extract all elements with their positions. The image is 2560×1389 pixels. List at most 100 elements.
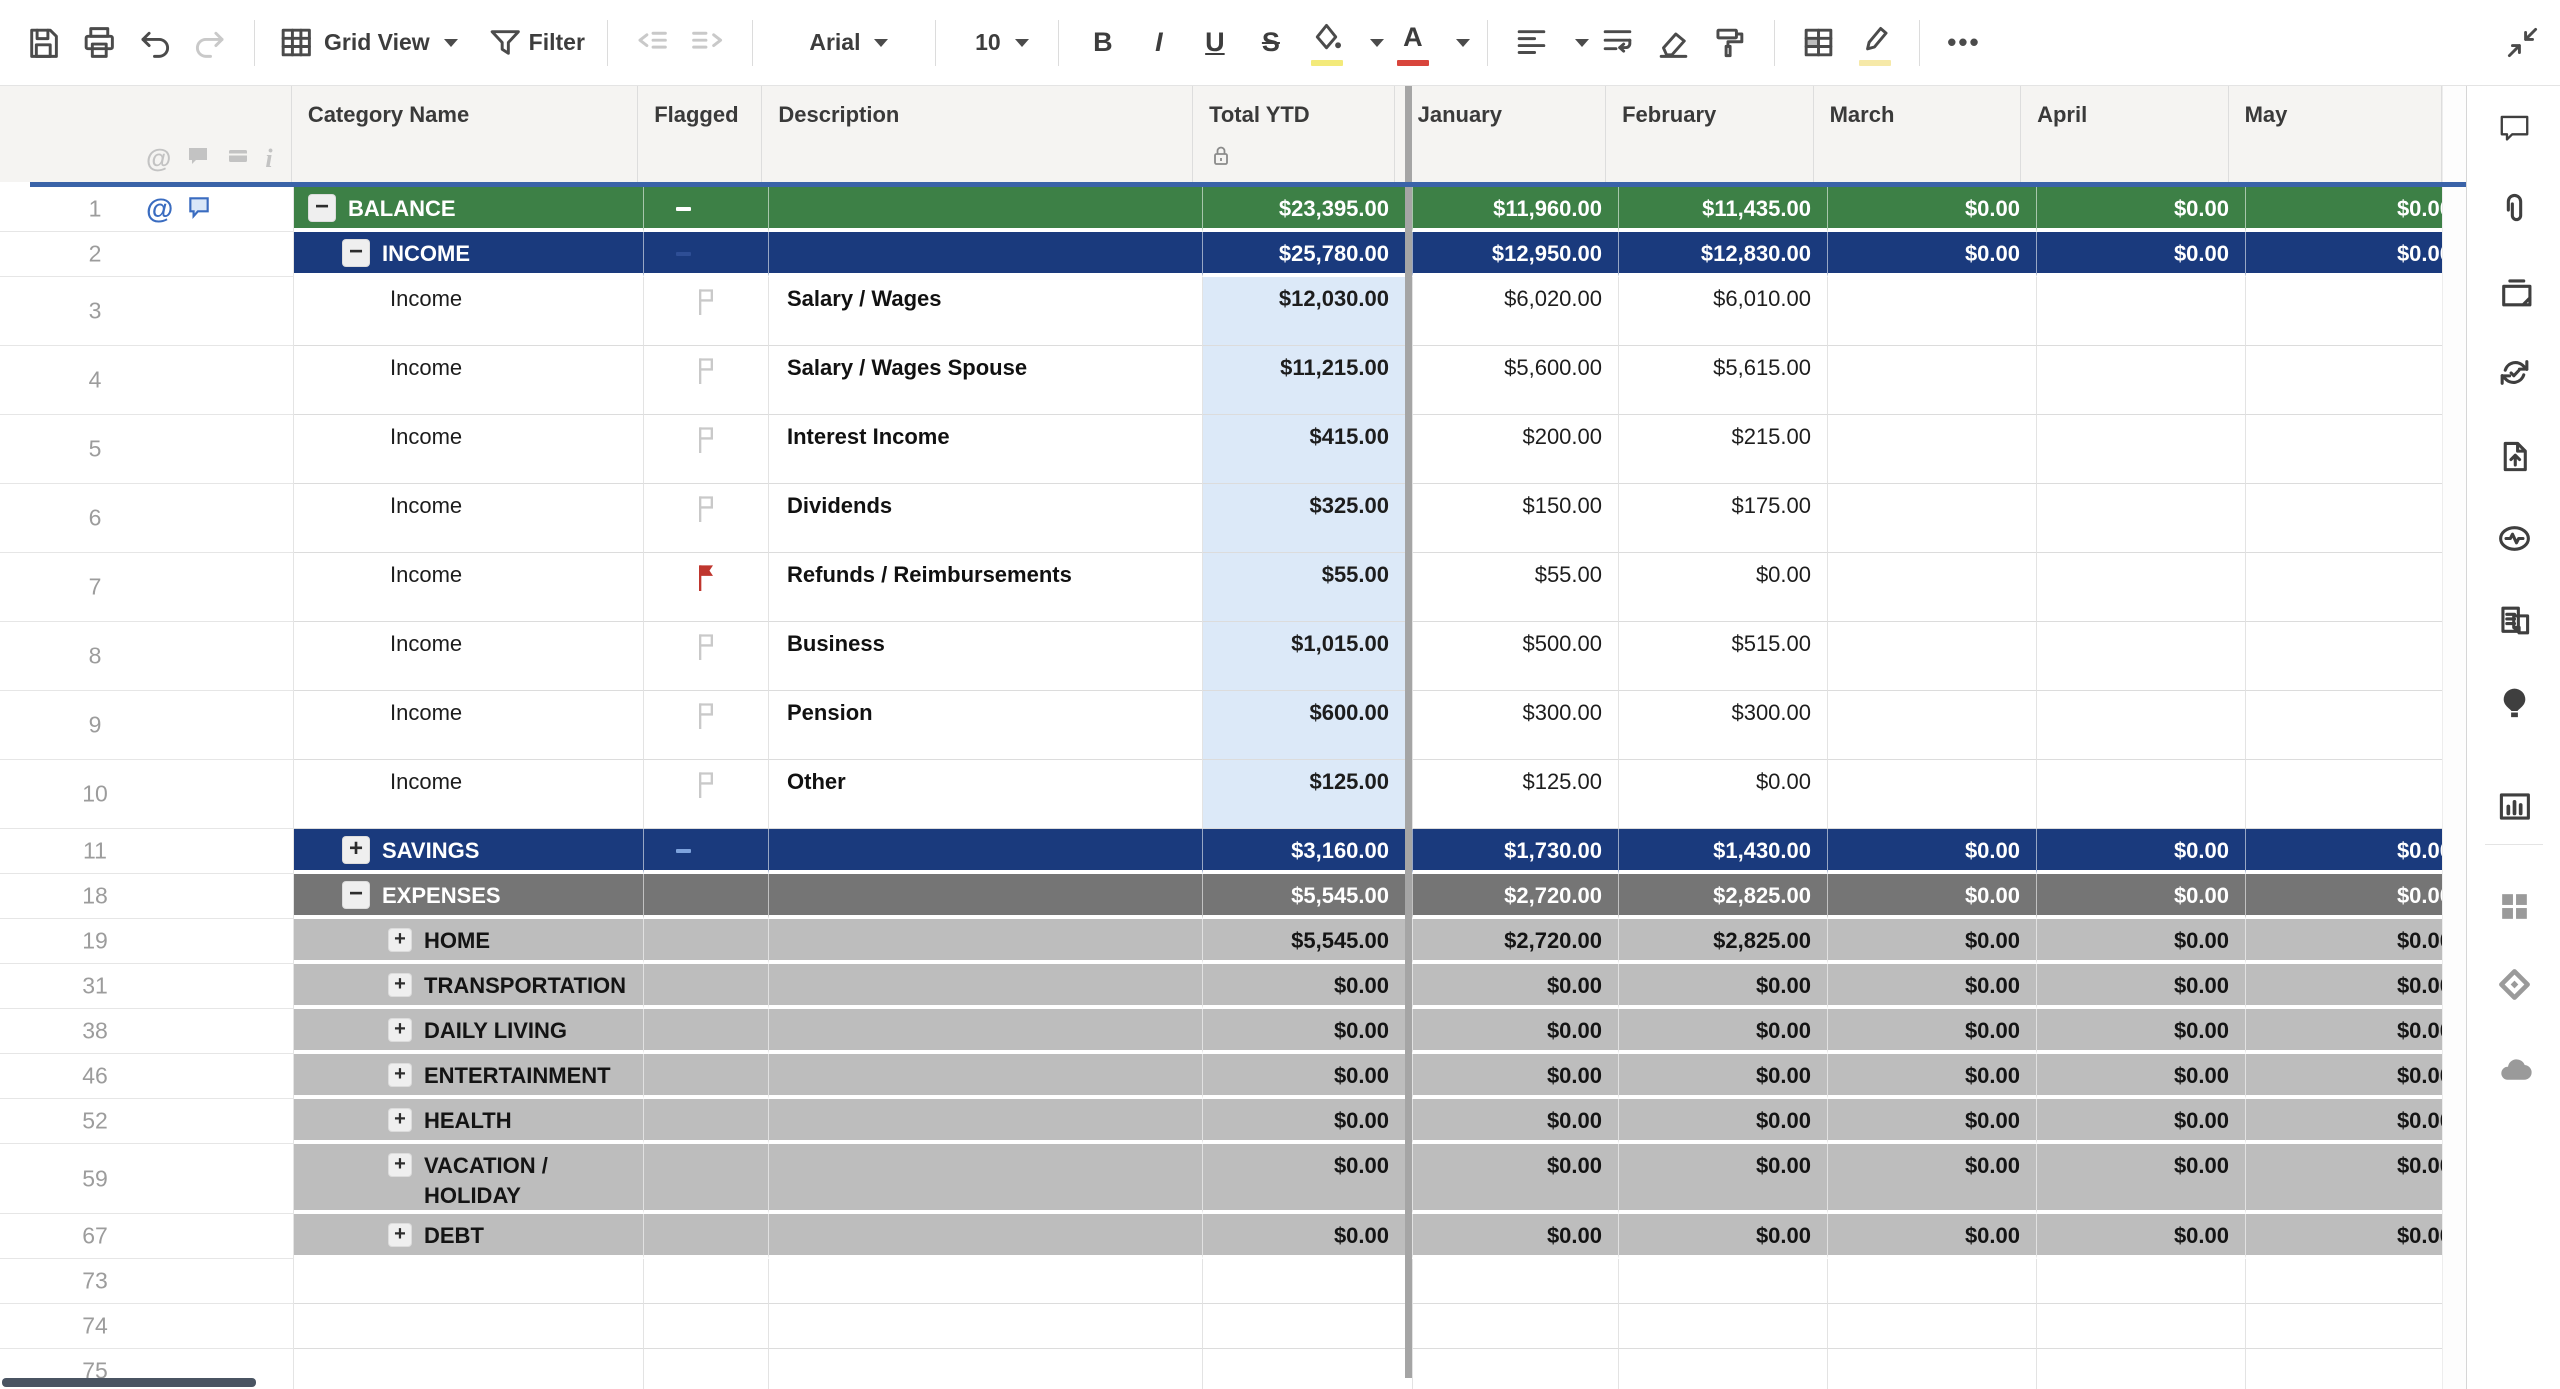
cell-category[interactable]: +DAILY LIVING [294, 1009, 643, 1054]
cell-march[interactable]: $0.00 [1827, 232, 2036, 277]
cell-february[interactable]: $0.00 [1618, 1099, 1827, 1144]
filter-button[interactable]: Filter [480, 12, 591, 74]
cell-category[interactable]: Income [294, 346, 643, 415]
cell-february[interactable] [1618, 1349, 1827, 1389]
cell-total-ytd[interactable]: $11,215.00 [1202, 346, 1405, 415]
cell-april[interactable]: $0.00 [2036, 1054, 2245, 1099]
cell-march[interactable] [1827, 1349, 2036, 1389]
expand-row-icon[interactable]: + [342, 836, 370, 864]
cell-april[interactable]: $0.00 [2036, 874, 2245, 919]
collapse-row-icon[interactable]: − [308, 194, 336, 222]
undo-button[interactable] [126, 12, 182, 74]
cell-may[interactable] [2245, 760, 2442, 829]
more-button[interactable]: ••• [1936, 12, 1992, 74]
column-header-april[interactable]: April [2021, 86, 2228, 182]
cell-category[interactable]: Income [294, 484, 643, 553]
cell-april[interactable] [2036, 1259, 2245, 1304]
cell-description[interactable] [768, 1099, 1202, 1144]
expand-row-icon[interactable]: + [388, 1063, 412, 1087]
redo-button[interactable] [182, 12, 238, 74]
bold-button[interactable]: B [1075, 12, 1131, 74]
cell-total-ytd[interactable]: $325.00 [1202, 484, 1405, 553]
cell-january[interactable]: $0.00 [1412, 1144, 1618, 1214]
cell-category[interactable]: +VACATION / HOLIDAY [294, 1144, 643, 1214]
wrap-text-button[interactable] [1590, 12, 1646, 74]
align-button[interactable] [1504, 12, 1560, 74]
cell-category[interactable]: Income [294, 553, 643, 622]
cell-march[interactable]: $0.00 [1827, 1054, 2036, 1099]
cell-february[interactable]: $0.00 [1618, 553, 1827, 622]
cell-total-ytd[interactable]: $600.00 [1202, 691, 1405, 760]
row-gutter[interactable]: 1@ [0, 187, 294, 232]
publish-icon[interactable] [2492, 434, 2536, 478]
cell-may[interactable]: $0.00 [2245, 1009, 2442, 1054]
cell-description[interactable]: Other [768, 760, 1202, 829]
text-color-button[interactable]: A [1385, 12, 1441, 74]
row-gutter[interactable]: 2 [0, 232, 294, 277]
cell-may[interactable]: $0.00 [2245, 919, 2442, 964]
cell-may[interactable] [2245, 691, 2442, 760]
cell-may[interactable] [2245, 553, 2442, 622]
cell-description[interactable] [768, 919, 1202, 964]
cell-category[interactable]: Income [294, 415, 643, 484]
cell-january[interactable] [1412, 1304, 1618, 1349]
cell-may[interactable] [2245, 1349, 2442, 1389]
row-gutter[interactable]: 74 [0, 1304, 294, 1349]
comment-column-icon[interactable] [185, 144, 211, 174]
at-icon[interactable]: @ [146, 143, 171, 174]
cell-april[interactable]: $0.00 [2036, 232, 2245, 277]
cell-flagged[interactable] [643, 964, 768, 1009]
expand-row-icon[interactable]: + [388, 1223, 412, 1247]
cell-march[interactable] [1827, 346, 2036, 415]
cell-february[interactable]: $515.00 [1618, 622, 1827, 691]
cell-february[interactable]: $215.00 [1618, 415, 1827, 484]
cell-april[interactable]: $0.00 [2036, 1099, 2245, 1144]
save-button[interactable] [14, 12, 70, 74]
vertical-scrollbar[interactable] [2442, 86, 2467, 1389]
cell-march[interactable] [1827, 484, 2036, 553]
cell-april[interactable] [2036, 691, 2245, 760]
cell-flagged[interactable] [643, 1099, 768, 1144]
collapse-toolbar-button[interactable] [2494, 12, 2550, 74]
row-gutter[interactable]: 11 [0, 829, 294, 874]
cell-march[interactable] [1827, 691, 2036, 760]
cell-january[interactable]: $0.00 [1412, 964, 1618, 1009]
cell-may[interactable] [2245, 1304, 2442, 1349]
frozen-pane-divider[interactable] [1405, 86, 1412, 1378]
cell-april[interactable] [2036, 760, 2245, 829]
cell-description[interactable] [768, 964, 1202, 1009]
cell-january[interactable]: $0.00 [1412, 1214, 1618, 1259]
cell-flagged[interactable] [643, 1259, 768, 1304]
cell-total-ytd[interactable]: $1,015.00 [1202, 622, 1405, 691]
info-icon[interactable]: i [265, 144, 272, 174]
cell-total-ytd[interactable]: $125.00 [1202, 760, 1405, 829]
cell-may[interactable] [2245, 484, 2442, 553]
row-gutter[interactable]: 59 [0, 1144, 294, 1214]
cell-description[interactable] [768, 187, 1202, 232]
cell-january[interactable]: $0.00 [1412, 1054, 1618, 1099]
cell-category[interactable]: +ENTERTAINMENT [294, 1054, 643, 1099]
row-gutter[interactable]: 67 [0, 1214, 294, 1259]
cell-category[interactable]: Income [294, 622, 643, 691]
cell-january[interactable]: $11,960.00 [1412, 187, 1618, 232]
cell-april[interactable] [2036, 277, 2245, 346]
cell-february[interactable]: $11,435.00 [1618, 187, 1827, 232]
cell-description[interactable] [768, 1349, 1202, 1389]
row-gutter[interactable]: 9 [0, 691, 294, 760]
cell-flagged[interactable] [643, 1349, 768, 1389]
cell-march[interactable]: $0.00 [1827, 1214, 2036, 1259]
attachments-icon[interactable] [2492, 186, 2536, 230]
column-header-description[interactable]: Description [762, 86, 1193, 182]
cell-may[interactable] [2245, 415, 2442, 484]
whats-new-icon[interactable] [2492, 680, 2536, 724]
cell-january[interactable]: $300.00 [1412, 691, 1618, 760]
cell-category[interactable]: +HEALTH [294, 1099, 643, 1144]
cell-march[interactable]: $0.00 [1827, 874, 2036, 919]
cell-may[interactable]: $0.00 [2245, 1214, 2442, 1259]
cell-february[interactable]: $0.00 [1618, 1144, 1827, 1214]
row-gutter[interactable]: 3 [0, 277, 294, 346]
cell-may[interactable] [2245, 346, 2442, 415]
cell-description[interactable]: Business [768, 622, 1202, 691]
row-gutter[interactable]: 8 [0, 622, 294, 691]
cell-flagged[interactable] [643, 874, 768, 919]
